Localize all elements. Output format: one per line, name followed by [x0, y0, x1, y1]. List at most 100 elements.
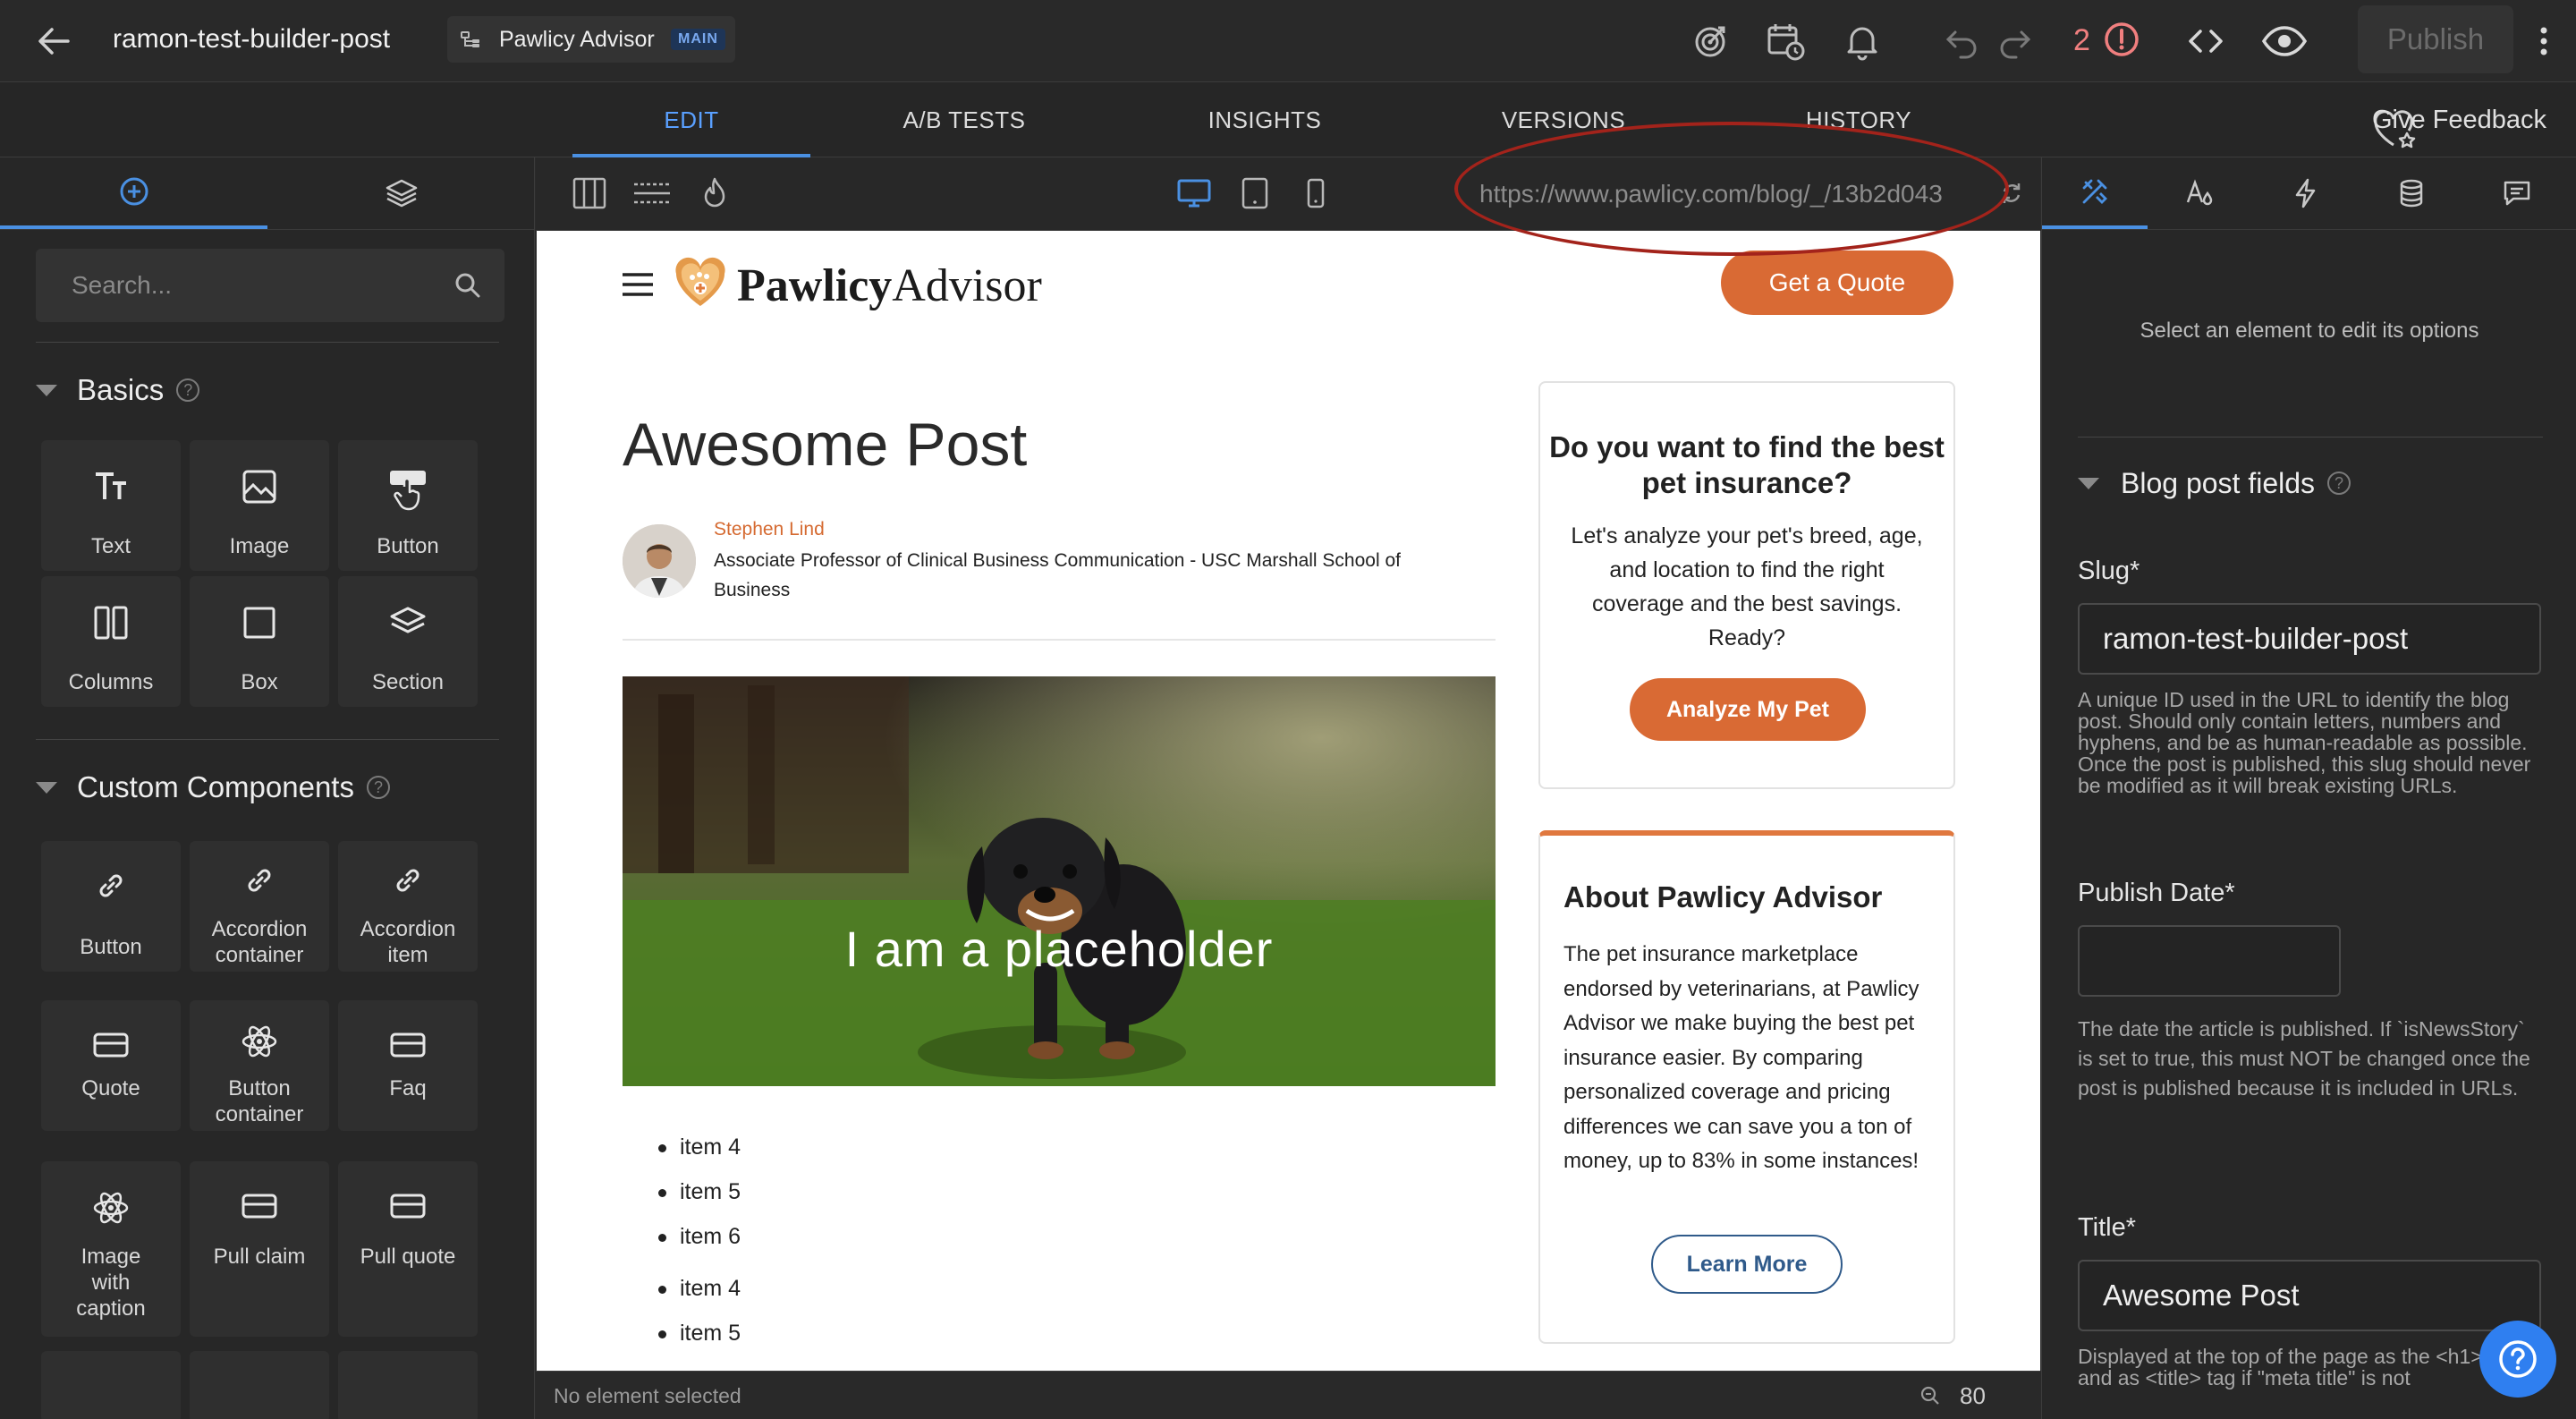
undo-icon[interactable] — [1941, 20, 1984, 63]
site-name: Pawlicy Advisor — [499, 27, 655, 52]
more-vertical-icon[interactable] — [2535, 20, 2553, 63]
pawlicy-logo[interactable]: PawlicyAdvisor — [673, 256, 1042, 311]
get-a-quote-button[interactable]: Get a Quote — [1721, 251, 1953, 315]
help-chat-button[interactable] — [2479, 1321, 2556, 1398]
custom-components-section-header[interactable]: Custom Components ? — [36, 768, 390, 807]
refresh-icon[interactable] — [1999, 175, 2024, 211]
component-button[interactable]: Button — [338, 440, 478, 571]
slug-input[interactable] — [2078, 603, 2541, 675]
flame-icon[interactable] — [695, 174, 734, 213]
component-text[interactable]: Text — [41, 440, 181, 571]
mobile-view-icon[interactable] — [1296, 174, 1335, 213]
site-selector[interactable]: Pawlicy Advisor MAIN — [447, 16, 735, 63]
tab-versions[interactable]: VERSIONS — [1453, 82, 1674, 157]
back-arrow-icon[interactable] — [32, 20, 75, 63]
component-partial[interactable] — [41, 1351, 181, 1419]
author-name[interactable]: Stephen Lind — [714, 519, 825, 540]
columns-icon — [41, 603, 181, 642]
redo-icon[interactable] — [1993, 20, 2036, 63]
publish-button[interactable]: Publish — [2358, 5, 2513, 73]
plus-circle-icon — [118, 175, 150, 208]
divider — [623, 639, 1496, 641]
hamburger-menu-icon[interactable] — [621, 270, 655, 299]
tab-data[interactable] — [2359, 157, 2464, 229]
title-input[interactable] — [2078, 1260, 2541, 1331]
component-accordion-item[interactable]: Accordion item — [338, 841, 478, 972]
spacing-icon[interactable] — [632, 174, 672, 213]
status-bar: No element selected 80 — [536, 1371, 2040, 1419]
publish-date-input[interactable] — [2078, 925, 2341, 997]
title-help-text: Displayed at the top of the page as the … — [2078, 1346, 2518, 1389]
component-search[interactable] — [36, 249, 504, 322]
tab-options[interactable] — [2042, 157, 2148, 229]
blog-post-fields-title: Blog post fields — [2121, 466, 2316, 499]
component-box[interactable]: Box — [190, 576, 329, 707]
help-icon[interactable]: ? — [366, 776, 390, 799]
blog-post-fields-header[interactable]: Blog post fields ? — [2078, 463, 2351, 503]
component-image-with-caption[interactable]: Image with caption — [41, 1161, 181, 1337]
post-title[interactable]: Awesome Post — [623, 410, 1027, 480]
post-name: ramon-test-builder-post — [113, 24, 391, 54]
layers-icon — [384, 177, 419, 209]
issue-count: 2 — [2073, 23, 2090, 57]
card-icon — [41, 1027, 181, 1063]
paw-heart-logo-icon — [673, 256, 728, 310]
button-click-icon — [338, 467, 478, 514]
component-columns[interactable]: Columns — [41, 576, 181, 707]
slug-help-text: A unique ID used in the URL to identify … — [2078, 688, 2531, 797]
zoom-level[interactable]: 80 — [1960, 1382, 1986, 1410]
about-card[interactable]: About Pawlicy Advisor The pet insurance … — [1538, 830, 1955, 1344]
left-panel: Basics ? Text Image Button Columns Box — [0, 157, 535, 1419]
tab-insights[interactable]: INSIGHTS — [1154, 82, 1376, 157]
database-icon — [2395, 177, 2428, 209]
component-accordion-container[interactable]: Accordion container — [190, 841, 329, 972]
target-icon[interactable] — [1689, 20, 1732, 63]
search-icon[interactable] — [453, 270, 483, 301]
right-panel: Select an element to edit its options Bl… — [2041, 157, 2576, 1419]
preview-url-field[interactable]: https://www.pawlicy.com/blog/_/13b2d043 — [1479, 172, 1998, 217]
tab-history[interactable]: HISTORY — [1748, 82, 1970, 157]
eye-icon[interactable] — [2261, 20, 2308, 63]
list-item: item 5 — [658, 1321, 741, 1365]
link-icon — [338, 862, 478, 898]
component-image[interactable]: Image — [190, 440, 329, 571]
analyze-my-pet-button[interactable]: Analyze My Pet — [1630, 678, 1866, 741]
add-elements-tab[interactable] — [0, 157, 267, 229]
component-pull-claim[interactable]: Pull claim — [190, 1161, 329, 1337]
code-icon[interactable] — [2184, 20, 2227, 63]
tablet-view-icon[interactable] — [1235, 174, 1275, 213]
component-custom-button[interactable]: Button — [41, 841, 181, 972]
component-section[interactable]: Section — [338, 576, 478, 707]
text-icon — [41, 467, 181, 506]
learn-more-button[interactable]: Learn More — [1651, 1235, 1843, 1294]
component-partial[interactable] — [338, 1351, 478, 1419]
tab-actions[interactable] — [2253, 157, 2359, 229]
layers-icon — [338, 603, 478, 642]
basics-title: Basics — [77, 373, 165, 406]
columns-layout-icon[interactable] — [570, 174, 609, 213]
card-icon — [338, 1027, 478, 1063]
component-quote[interactable]: Quote — [41, 1000, 181, 1131]
bell-icon[interactable] — [1841, 20, 1884, 63]
search-input[interactable] — [36, 249, 447, 322]
desktop-view-icon[interactable] — [1174, 174, 1214, 213]
component-faq[interactable]: Faq — [338, 1000, 478, 1131]
page-preview-canvas[interactable]: PawlicyAdvisor Get a Quote Awesome Post … — [537, 231, 2040, 1371]
component-button-container[interactable]: Button container — [190, 1000, 329, 1131]
basics-section-header[interactable]: Basics ? — [36, 370, 200, 410]
zoom-icon[interactable] — [1919, 1384, 1942, 1407]
component-partial[interactable] — [190, 1351, 329, 1419]
atom-icon — [190, 1022, 329, 1061]
tab-edit[interactable]: EDIT — [572, 82, 810, 157]
help-icon[interactable]: ? — [2327, 472, 2351, 495]
help-icon[interactable]: ? — [176, 378, 200, 402]
tab-styles[interactable] — [2148, 157, 2253, 229]
component-pull-quote[interactable]: Pull quote — [338, 1161, 478, 1337]
tab-comments[interactable] — [2464, 157, 2570, 229]
layers-tab[interactable] — [267, 157, 534, 229]
tab-ab-tests[interactable]: A/B TESTS — [853, 82, 1075, 157]
insurance-cta-card[interactable]: Do you want to find the best pet insuran… — [1538, 381, 1955, 789]
branch-badge: MAIN — [671, 29, 725, 50]
calendar-clock-icon[interactable] — [1764, 20, 1807, 63]
hero-image[interactable]: I am a placeholder — [623, 676, 1496, 1086]
